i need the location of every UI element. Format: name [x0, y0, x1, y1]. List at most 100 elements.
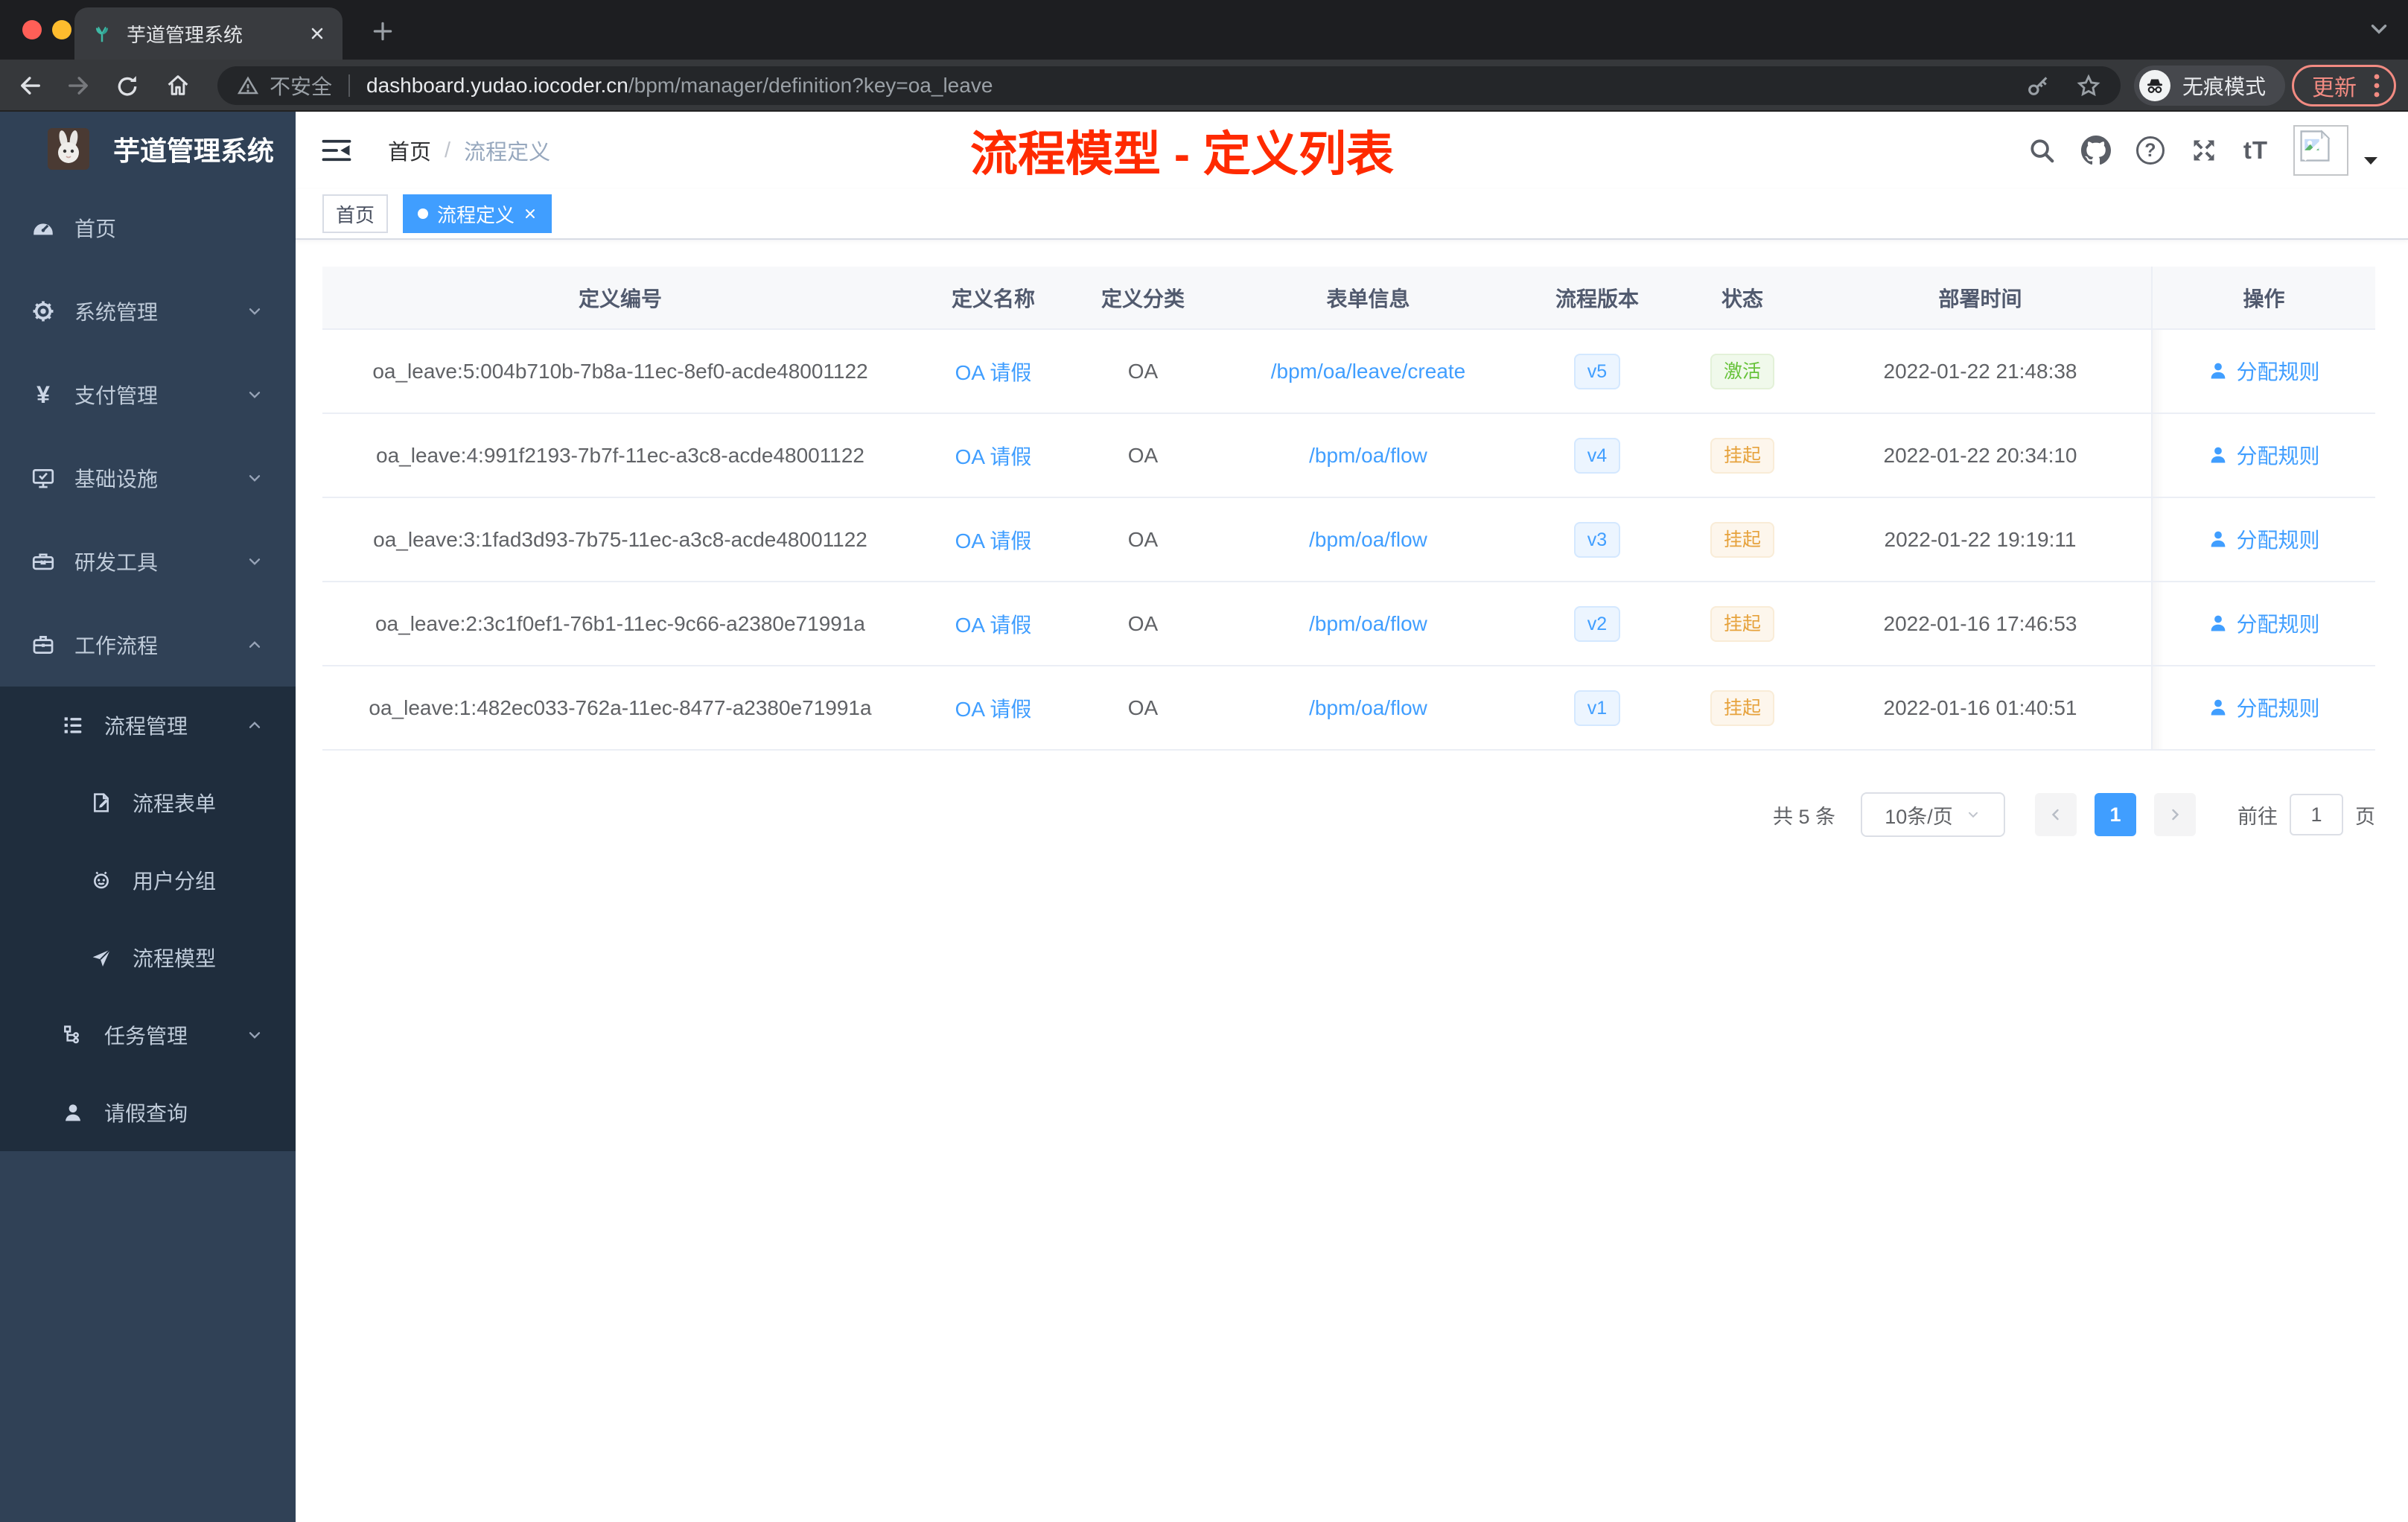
cell-deploy-time: 2022-01-22 20:34:10 [1809, 413, 2152, 498]
form-link[interactable]: /bpm/oa/flow [1309, 444, 1427, 467]
current-page-button[interactable]: 1 [2095, 793, 2136, 836]
version-badge: v5 [1573, 353, 1621, 389]
fullscreen-icon[interactable] [2190, 136, 2218, 165]
robot-face-icon [86, 868, 116, 892]
assign-rule-button[interactable]: 分配规则 [2208, 356, 2320, 386]
tab-close-icon[interactable] [308, 25, 326, 42]
form-link[interactable]: /bpm/oa/flow [1309, 528, 1427, 551]
goto-label: 前往 [2237, 805, 2278, 828]
browser-menu-dots-icon[interactable] [2372, 71, 2382, 101]
briefcase-icon [28, 632, 58, 657]
sidebar-item-workflow[interactable]: 工作流程 [0, 603, 296, 687]
chevron-up-icon [245, 635, 264, 655]
sidebar-item-payment[interactable]: ¥ 支付管理 [0, 353, 296, 436]
address-bar[interactable]: 不安全 dashboard.yudao.iocoder.cn/bpm/manag… [217, 66, 2121, 105]
update-label[interactable]: 更新 [2312, 69, 2357, 102]
sidebar-item-user-group[interactable]: 用户分组 [0, 841, 296, 919]
browser-update-button[interactable]: 更新 [2292, 65, 2396, 106]
table-row: oa_leave:1:482ec033-762a-11ec-8477-a2380… [322, 666, 2375, 751]
help-icon[interactable]: ? [2135, 136, 2165, 165]
sidebar-item-task-management[interactable]: 任务管理 [0, 996, 296, 1074]
app-shell: 芋道管理系统 首页 系统管理 ¥ 支付管理 基础设施 研发工具 工作流程 流程管… [0, 112, 2408, 1522]
home-icon[interactable] [164, 71, 192, 100]
browser-toolbar: 不安全 dashboard.yudao.iocoder.cn/bpm/manag… [0, 60, 2408, 112]
new-tab-button[interactable] [366, 15, 399, 48]
cell-category: OA [1068, 497, 1217, 582]
incognito-label: 无痕模式 [2182, 75, 2267, 98]
cell-deploy-time: 2022-01-16 17:46:53 [1809, 582, 2152, 666]
sidebar-item-leave-query[interactable]: 请假查询 [0, 1074, 296, 1151]
tab-search-chevron-icon[interactable] [2366, 16, 2392, 42]
font-size-icon[interactable]: tT [2243, 136, 2268, 165]
tag-process-definition[interactable]: 流程定义 [403, 194, 552, 233]
search-icon[interactable] [2028, 136, 2056, 165]
definition-name-link[interactable]: OA 请假 [955, 361, 1032, 384]
close-window-button[interactable] [22, 20, 42, 39]
assign-rule-button[interactable]: 分配规则 [2208, 608, 2320, 638]
minimize-window-button[interactable] [52, 20, 71, 39]
definition-name-link[interactable]: OA 请假 [955, 445, 1032, 468]
url-path: /bpm/manager/definition?key=oa_leave [628, 74, 993, 97]
reload-icon[interactable] [113, 71, 141, 100]
col-header-status: 状态 [1675, 267, 1809, 330]
assign-rule-button[interactable]: 分配规则 [2208, 524, 2320, 554]
toolbox-icon [28, 549, 58, 574]
avatar-broken-image[interactable] [2293, 125, 2348, 176]
form-link[interactable]: /bpm/oa/flow [1309, 696, 1427, 719]
sidebar-collapse-icon[interactable] [319, 136, 354, 165]
logo-rabbit-avatar [48, 128, 89, 170]
next-page-button[interactable] [2154, 793, 2196, 836]
insecure-label[interactable]: 不安全 [270, 71, 332, 101]
status-badge: 激活 [1710, 353, 1774, 389]
breadcrumb-home[interactable]: 首页 [388, 135, 431, 166]
definition-name-link[interactable]: OA 请假 [955, 698, 1032, 721]
password-key-icon[interactable] [2025, 73, 2051, 98]
page-size-select[interactable]: 10条/页 [1861, 792, 2005, 837]
sidebar-item-system[interactable]: 系统管理 [0, 270, 296, 353]
tag-label: 流程定义 [437, 203, 515, 226]
definition-name-link[interactable]: OA 请假 [955, 614, 1032, 637]
sidebar-item-home[interactable]: 首页 [0, 186, 296, 270]
tags-view: 首页 流程定义 [296, 189, 2408, 240]
cell-deploy-time: 2022-01-22 21:48:38 [1809, 329, 2152, 414]
status-badge: 挂起 [1710, 521, 1774, 558]
user-menu-caret-icon[interactable] [2363, 156, 2378, 165]
screen: 芋道管理系统 不安全 dashboard.yudao.iocoder.cn/bp… [0, 0, 2408, 1522]
page-unit-label: 页 [2355, 805, 2375, 828]
back-icon[interactable] [16, 71, 45, 100]
col-header-definition-category: 定义分类 [1068, 267, 1217, 330]
col-header-deploy-time: 部署时间 [1809, 267, 2152, 330]
url-text[interactable]: dashboard.yudao.iocoder.cn/bpm/manager/d… [366, 74, 993, 98]
cell-category: OA [1068, 329, 1217, 414]
cell-definition-id: oa_leave:1:482ec033-762a-11ec-8477-a2380… [322, 666, 918, 751]
gear-icon [28, 299, 58, 324]
sidebar-item-devtools[interactable]: 研发工具 [0, 520, 296, 603]
col-header-process-version: 流程版本 [1519, 267, 1675, 330]
chevron-down-icon [245, 552, 264, 571]
prev-page-button[interactable] [2035, 793, 2077, 836]
sidebar-item-label: 流程模型 [133, 947, 217, 970]
sidebar: 芋道管理系统 首页 系统管理 ¥ 支付管理 基础设施 研发工具 工作流程 流程管… [0, 112, 296, 1522]
sidebar-item-process-model[interactable]: 流程模型 [0, 919, 296, 996]
browser-tab[interactable]: 芋道管理系统 [74, 7, 343, 60]
sidebar-logo[interactable]: 芋道管理系统 [0, 112, 296, 186]
definition-name-link[interactable]: OA 请假 [955, 529, 1032, 553]
form-link[interactable]: /bpm/oa/flow [1309, 612, 1427, 635]
assign-rule-button[interactable]: 分配规则 [2208, 440, 2320, 470]
sidebar-item-process-form[interactable]: 流程表单 [0, 764, 296, 841]
github-icon[interactable] [2080, 136, 2111, 165]
goto-page-input[interactable] [2290, 794, 2343, 835]
list-icon [58, 713, 88, 738]
bookmark-star-icon[interactable] [2076, 73, 2101, 98]
address-separator [348, 74, 351, 97]
sidebar-item-infrastructure[interactable]: 基础设施 [0, 436, 296, 520]
sidebar-item-process-management[interactable]: 流程管理 [0, 687, 296, 764]
page-content: 定义编号 定义名称 定义分类 表单信息 流程版本 状态 部署时间 操作 oa_l [296, 240, 2408, 837]
form-link[interactable]: /bpm/oa/leave/create [1271, 360, 1466, 383]
tag-home[interactable]: 首页 [322, 194, 389, 233]
sidebar-item-label: 请假查询 [104, 1102, 188, 1125]
forward-icon[interactable] [64, 71, 92, 100]
tag-close-icon[interactable] [523, 207, 537, 220]
assign-rule-button[interactable]: 分配规则 [2208, 692, 2320, 722]
cell-deploy-time: 2022-01-22 19:19:11 [1809, 497, 2152, 582]
